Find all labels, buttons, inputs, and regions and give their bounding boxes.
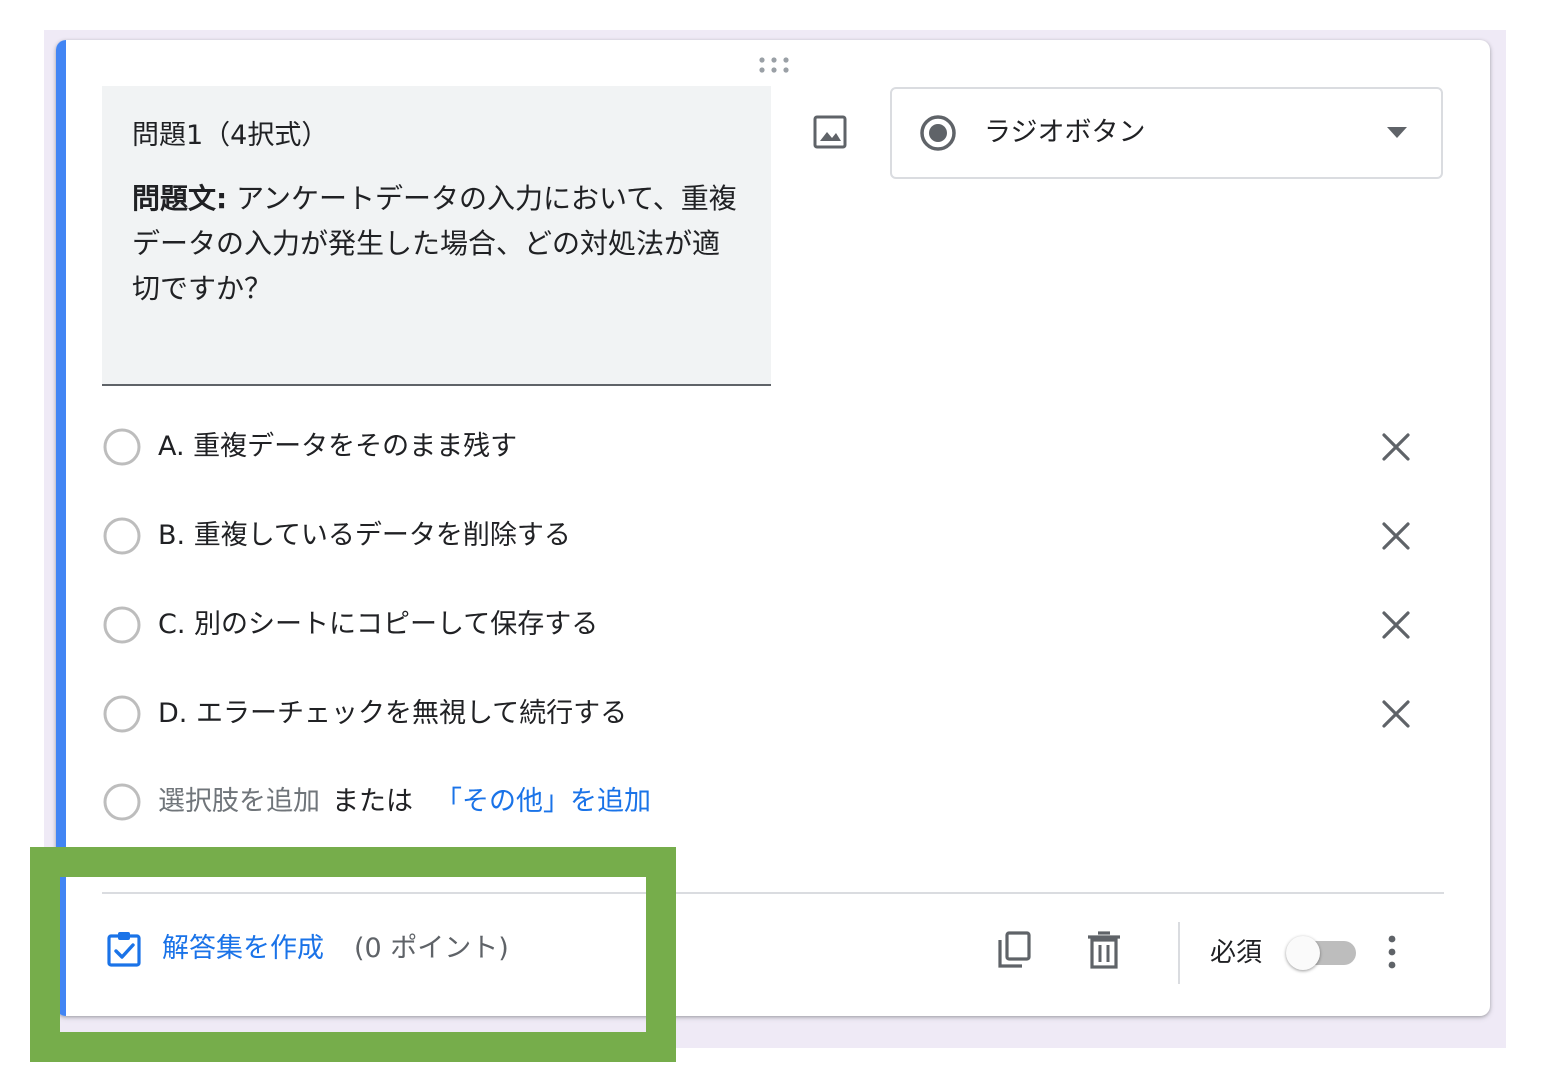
drag-handle-icon[interactable] <box>756 56 792 74</box>
option-radio-icon <box>103 695 141 733</box>
or-text: または <box>332 786 413 817</box>
question-input[interactable]: 問題1（4択式） 問題文: アンケートデータの入力において、重複データの入力が発… <box>102 86 771 386</box>
question-type-dropdown[interactable]: ラジオボタン <box>890 87 1443 179</box>
active-card-indicator <box>56 40 66 1016</box>
add-choice-button[interactable]: 選択肢を追加 <box>158 786 320 817</box>
option-row[interactable]: D. エラーチェックを無視して続行する <box>102 692 1442 736</box>
option-radio-icon <box>103 428 141 466</box>
answer-key-label: 解答集を作成 <box>162 933 324 964</box>
footer-divider <box>102 892 1444 894</box>
add-option-row: 選択肢を追加 または 「その他」を追加 <box>102 780 1442 824</box>
option-label[interactable]: A. 重複データをそのまま残す <box>158 425 517 469</box>
required-label: 必須 <box>1210 938 1263 968</box>
remove-option-icon[interactable] <box>1380 431 1412 463</box>
toggle-knob <box>1286 936 1320 970</box>
question-card[interactable]: 問題1（4択式） 問題文: アンケートデータの入力において、重複データの入力が発… <box>56 40 1490 1016</box>
remove-option-icon[interactable] <box>1380 609 1412 641</box>
option-label[interactable]: D. エラーチェックを無視して続行する <box>158 692 627 736</box>
option-radio-icon <box>103 606 141 644</box>
question-type-label: ラジオボタン <box>984 117 1146 148</box>
points-label: (0 ポイント) <box>354 933 509 964</box>
remove-option-icon[interactable] <box>1380 698 1412 730</box>
question-text: 問題文: アンケートデータの入力において、重複データの入力が発生した場合、どの対… <box>132 176 741 311</box>
add-option-text: 選択肢を追加 または 「その他」を追加 <box>158 780 651 824</box>
duplicate-icon[interactable] <box>996 930 1032 970</box>
add-other-link[interactable]: 「その他」を追加 <box>435 786 651 817</box>
add-image-icon[interactable] <box>812 114 848 150</box>
option-radio-icon <box>103 783 141 821</box>
question-title: 問題1（4択式） <box>132 120 329 151</box>
dropdown-caret-icon <box>1387 127 1407 138</box>
footer-vertical-divider <box>1178 922 1180 984</box>
delete-icon[interactable] <box>1086 930 1122 970</box>
required-toggle[interactable] <box>1286 936 1358 970</box>
option-row[interactable]: A. 重複データをそのまま残す <box>102 425 1442 469</box>
page: 問題1（4択式） 問題文: アンケートデータの入力において、重複データの入力が発… <box>0 0 1544 1092</box>
answer-key-clipboard-icon <box>107 932 141 967</box>
option-radio-icon <box>103 517 141 555</box>
radio-button-icon <box>920 115 956 151</box>
remove-option-icon[interactable] <box>1380 520 1412 552</box>
option-label[interactable]: B. 重複しているデータを削除する <box>158 514 571 558</box>
option-row[interactable]: C. 別のシートにコピーして保存する <box>102 603 1442 647</box>
option-row[interactable]: B. 重複しているデータを削除する <box>102 514 1442 558</box>
more-options-icon[interactable] <box>1384 932 1400 972</box>
option-label[interactable]: C. 別のシートにコピーして保存する <box>158 603 598 647</box>
question-text-label: 問題文: <box>132 182 228 215</box>
